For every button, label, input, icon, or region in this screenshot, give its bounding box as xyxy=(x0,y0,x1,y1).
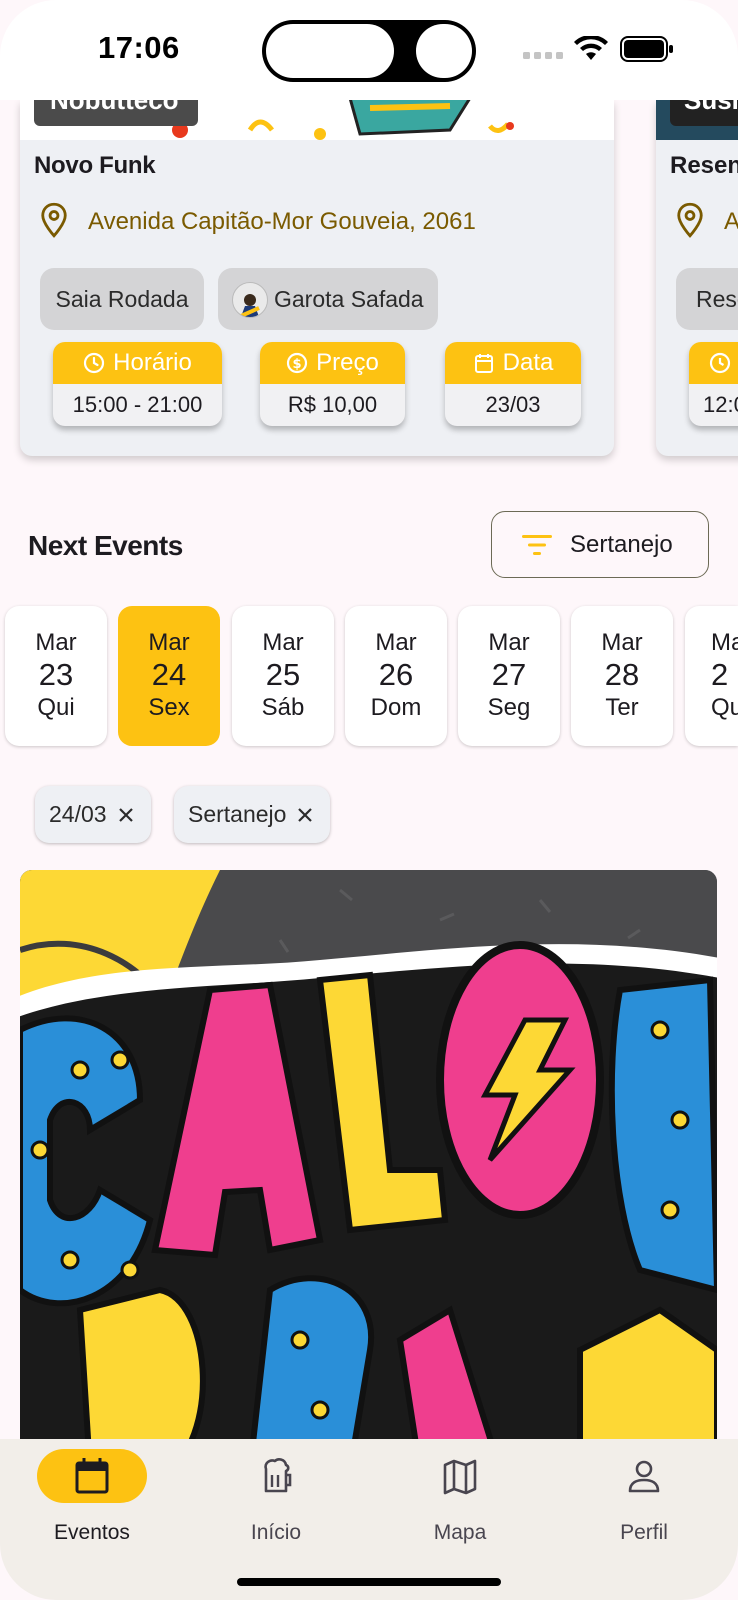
clock-icon xyxy=(709,352,731,374)
genre-filter-button[interactable]: Sertanejo xyxy=(491,511,709,578)
event-title: Novo Funk xyxy=(34,152,156,179)
clock-icon xyxy=(84,352,105,374)
date-info-box: Data 23/03 xyxy=(445,342,581,426)
dollar-circle-icon: $ xyxy=(287,352,308,374)
day-card[interactable]: Ma 2 Qu xyxy=(685,606,738,746)
filter-label: Sertanejo xyxy=(570,530,673,558)
svg-text:$: $ xyxy=(293,357,302,372)
event-cover-image-2: Susi xyxy=(656,100,738,140)
artist-avatar xyxy=(232,282,268,318)
location-pin-icon xyxy=(41,202,67,238)
battery-icon xyxy=(620,36,673,62)
event-cover-image: Nobutteco xyxy=(20,100,614,140)
calendar-icon xyxy=(75,1458,109,1494)
time-info-box-2: 12:0 xyxy=(689,342,738,426)
day-card[interactable]: Mar 23 Qui xyxy=(5,606,107,746)
status-time: 17:06 xyxy=(98,30,180,65)
day-card[interactable]: Mar 25 Sáb xyxy=(232,606,334,746)
day-card[interactable]: Mar 26 Dom xyxy=(345,606,447,746)
calendar-icon xyxy=(474,354,493,373)
close-icon[interactable] xyxy=(117,806,135,824)
map-icon xyxy=(443,1459,477,1495)
wifi-icon xyxy=(574,36,608,60)
person-icon xyxy=(628,1460,660,1493)
artist-chip[interactable]: Garota Safada xyxy=(218,268,438,330)
event-poster-image[interactable] xyxy=(20,870,717,1470)
nav-item-eventos[interactable]: Eventos xyxy=(0,1439,184,1600)
genre-chip-2[interactable]: Rese xyxy=(676,268,738,330)
close-icon[interactable] xyxy=(296,806,314,824)
genre-chip[interactable]: Saia Rodada xyxy=(40,268,204,330)
time-info-box: Horário 15:00 - 21:00 xyxy=(53,342,222,426)
nav-item-inicio[interactable]: Início xyxy=(184,1439,368,1600)
day-card[interactable]: Mar 27 Seg xyxy=(458,606,560,746)
dynamic-island xyxy=(262,20,476,82)
day-card-selected[interactable]: Mar 24 Sex xyxy=(118,606,220,746)
day-card[interactable]: Mar 28 Ter xyxy=(571,606,673,746)
event-title-2: Resenh xyxy=(670,152,738,179)
cellular-signal-icon xyxy=(523,52,563,59)
active-filter-chip-genre[interactable]: Sertanejo xyxy=(174,786,331,843)
featured-event-card-2[interactable]: Susi Resenh A Rese 12:0 xyxy=(656,100,738,456)
venue-badge-2: Susi xyxy=(670,100,738,126)
status-bar: 17:06 xyxy=(0,0,738,100)
active-filter-chip-date[interactable]: 24/03 xyxy=(35,786,151,843)
event-address: Avenida Capitão-Mor Gouveia, 2061 xyxy=(88,208,476,235)
bottom-navigation: Eventos Início Mapa Perfil xyxy=(0,1439,738,1600)
location-pin-icon xyxy=(677,202,703,238)
featured-event-card[interactable]: Nobutteco Novo Funk Avenida Capitão-Mor … xyxy=(20,100,614,456)
nav-item-perfil[interactable]: Perfil xyxy=(552,1439,736,1600)
price-info-box: $ Preço R$ 10,00 xyxy=(260,342,405,426)
next-events-title: Next Events xyxy=(28,530,183,561)
nav-item-mapa[interactable]: Mapa xyxy=(368,1439,552,1600)
filter-icon xyxy=(522,534,552,555)
home-indicator xyxy=(237,1578,501,1586)
venue-badge: Nobutteco xyxy=(34,100,198,126)
event-address-2: A xyxy=(724,208,738,235)
beer-mug-icon xyxy=(264,1458,292,1493)
